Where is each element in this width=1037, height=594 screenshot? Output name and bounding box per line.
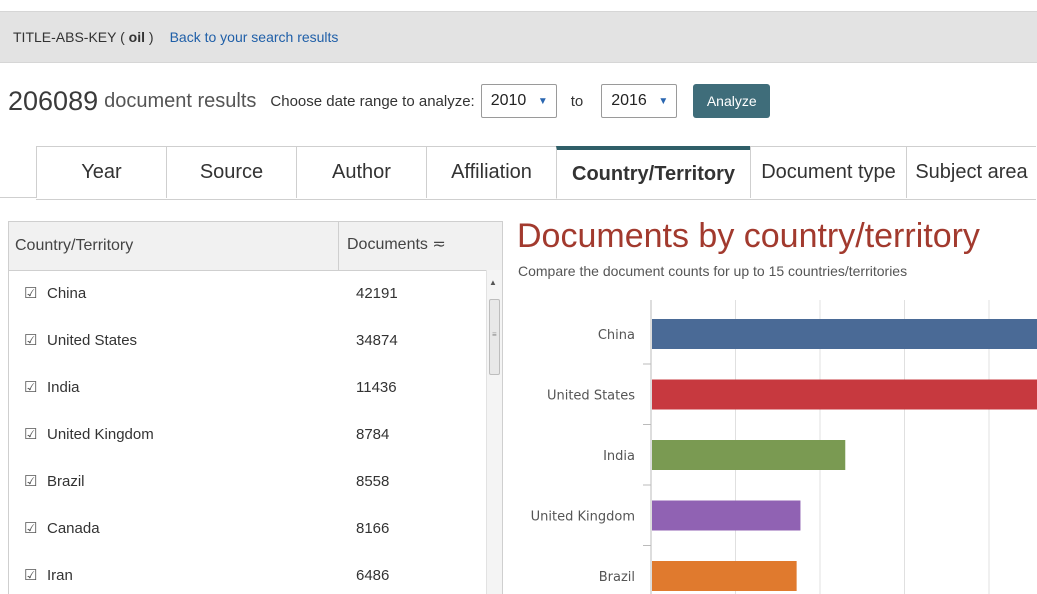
checkbox-checked-icon[interactable]: ☑ — [24, 425, 37, 443]
to-year-value: 2016 — [611, 92, 647, 109]
chart-title: Documents by country/territory — [517, 217, 980, 255]
tabs-rule — [0, 197, 36, 198]
table-row[interactable]: ☑ Iran 6486 — [9, 553, 485, 594]
category-label: India — [603, 449, 635, 464]
document-count: 8784 — [356, 426, 390, 443]
query-suffix: ) — [145, 29, 154, 45]
tab-source[interactable]: Source — [166, 147, 296, 198]
document-count: 11436 — [356, 379, 397, 396]
checkbox-checked-icon[interactable]: ☑ — [24, 378, 37, 396]
country-name: China — [47, 285, 87, 302]
query-prefix: TITLE-ABS-KEY ( — [13, 29, 129, 45]
bar-united-kingdom[interactable] — [652, 500, 801, 531]
country-name: United States — [47, 332, 138, 349]
country-name: Iran — [47, 567, 73, 584]
tab-subject-area[interactable]: Subject area — [906, 147, 1036, 198]
checkbox-checked-icon[interactable]: ☑ — [24, 284, 37, 302]
column-header-documents[interactable]: Documents ≂ — [347, 234, 446, 254]
column-header-country[interactable]: Country/Territory — [15, 237, 133, 255]
search-query: TITLE-ABS-KEY ( oil ) — [13, 29, 154, 45]
checkbox-checked-icon[interactable]: ☑ — [24, 331, 37, 349]
table-row[interactable]: ☑ Brazil 8558 — [9, 459, 485, 505]
country-name: India — [47, 379, 80, 396]
chart-subtitle: Compare the document counts for up to 15… — [518, 263, 908, 279]
country-table: Country/Territory Documents ≂ ☑ China 4219… — [8, 221, 503, 594]
grip-icon: ≡ — [492, 330, 497, 339]
bar-brazil[interactable] — [652, 561, 797, 591]
results-toolbar: 206089 document results Choose date rang… — [8, 80, 771, 122]
result-count: 206089 — [8, 85, 99, 116]
table-row[interactable]: ☑ Canada 8166 — [9, 506, 485, 552]
bar-china[interactable] — [652, 319, 1037, 349]
chevron-down-icon: ▼ — [658, 95, 669, 107]
document-count: 8166 — [356, 520, 390, 537]
table-scrollbar[interactable]: ▲ ≡ — [486, 270, 502, 594]
tab-country-territory[interactable]: Country/Territory — [556, 146, 750, 199]
category-label: United States — [547, 389, 635, 404]
search-query-bar: TITLE-ABS-KEY ( oil ) Back to your searc… — [0, 11, 1037, 63]
country-bar-chart: China United States India United Kingdom Bra… — [531, 300, 1037, 594]
table-row[interactable]: ☑ India 11436 — [9, 365, 485, 411]
category-label: China — [598, 328, 635, 343]
column-separator — [338, 222, 339, 270]
back-to-results-link[interactable]: Back to your search results — [170, 29, 339, 45]
table-row[interactable]: ☑ United Kingdom 8784 — [9, 412, 485, 458]
country-name: United Kingdom — [47, 426, 154, 443]
tab-year[interactable]: Year — [36, 147, 166, 198]
from-year-select[interactable]: 2010 ▼ — [480, 84, 557, 118]
document-count: 8558 — [356, 473, 390, 490]
table-row[interactable]: ☑ United States 34874 — [9, 318, 485, 364]
country-name: Canada — [47, 520, 100, 537]
to-year-select[interactable]: 2016 ▼ — [601, 84, 678, 118]
checkbox-checked-icon[interactable]: ☑ — [24, 472, 37, 490]
bar-united-states[interactable] — [652, 379, 1037, 410]
analysis-tabs: Year Source Author Affiliation Country/Terri… — [36, 146, 1036, 200]
analyze-button[interactable]: Analyze — [693, 84, 771, 118]
tab-affiliation[interactable]: Affiliation — [426, 147, 556, 198]
result-label: document results — [104, 89, 257, 112]
document-count: 34874 — [356, 332, 398, 349]
tab-author[interactable]: Author — [296, 147, 426, 198]
checkbox-checked-icon[interactable]: ☑ — [24, 566, 37, 584]
scroll-thumb[interactable]: ≡ — [489, 299, 500, 375]
country-name: Brazil — [47, 473, 85, 490]
to-label: to — [570, 92, 584, 110]
category-label: United Kingdom — [531, 510, 635, 525]
checkbox-checked-icon[interactable]: ☑ — [24, 519, 37, 537]
tab-document-type[interactable]: Document type — [750, 147, 906, 198]
chevron-down-icon: ▼ — [537, 95, 548, 107]
from-year-value: 2010 — [490, 92, 527, 109]
sort-icon[interactable]: ≂ — [432, 236, 445, 253]
bar-india[interactable] — [652, 440, 846, 470]
scroll-up-icon[interactable]: ▲ — [489, 278, 497, 287]
query-keyword: oil — [128, 29, 146, 45]
category-label: Brazil — [599, 570, 635, 585]
table-header: Country/Territory Documents ≂ — [9, 222, 502, 271]
document-count: 42191 — [356, 285, 398, 302]
date-range-label: Choose date range to analyze: — [270, 92, 475, 110]
document-count: 6486 — [356, 567, 390, 584]
table-row[interactable]: ☑ China 42191 — [9, 271, 485, 317]
documents-header-label: Documents — [347, 236, 428, 253]
